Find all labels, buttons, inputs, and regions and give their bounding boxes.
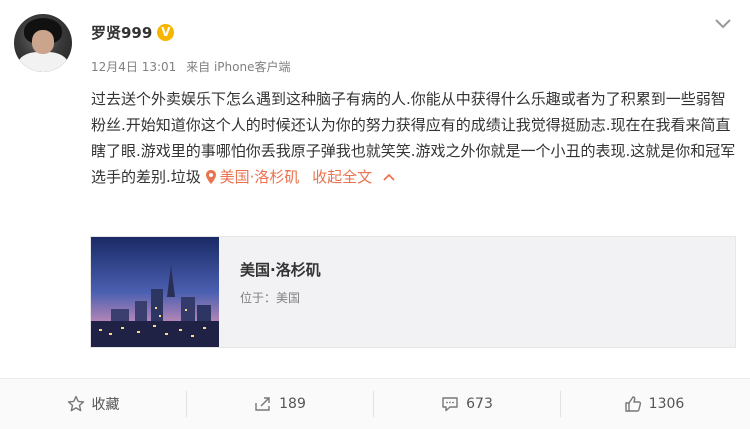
action-toolbar: 收藏 189 673 1306: [0, 378, 750, 429]
post-source: 来自 iPhone客户端: [186, 60, 291, 74]
thumbs-up-icon: [624, 396, 641, 412]
city-skyline-image: [91, 237, 219, 347]
post-timestamp[interactable]: 12月4日 13:01: [91, 60, 176, 74]
post-body-text: 过去送个外卖娱乐下怎么遇到这种脑子有病的人.你能从中获得什么乐趣或者为了积累到一…: [91, 90, 736, 186]
location-card-image: [91, 237, 219, 347]
chevron-down-icon[interactable]: [712, 16, 734, 32]
post-meta: 12月4日 13:01 来自 iPhone客户端: [91, 58, 296, 75]
repost-icon: [255, 397, 270, 411]
location-pin-icon: [205, 170, 216, 184]
avatar[interactable]: [14, 14, 72, 72]
collapse-button[interactable]: 收起全文: [312, 168, 395, 186]
verified-badge-icon: V: [157, 24, 175, 41]
username-link[interactable]: 罗贤999: [91, 22, 152, 43]
post-content: 过去送个外卖娱乐下怎么遇到这种脑子有病的人.你能从中获得什么乐趣或者为了积累到一…: [91, 86, 739, 190]
like-button[interactable]: 1306: [561, 379, 747, 429]
star-icon: [67, 395, 84, 412]
chevron-up-icon: [383, 173, 395, 181]
location-link-label: 美国·洛杉矶: [219, 168, 300, 186]
location-link[interactable]: 美国·洛杉矶: [205, 168, 305, 186]
location-card-title: 美国·洛杉矶: [240, 261, 321, 279]
comment-button[interactable]: 673: [374, 379, 560, 429]
repost-button[interactable]: 189: [187, 379, 373, 429]
location-card[interactable]: 美国·洛杉矶 位于：美国: [90, 236, 736, 348]
location-card-subtitle: 位于：美国: [240, 291, 301, 305]
comment-icon: [442, 397, 458, 412]
collapse-label: 收起全文: [312, 168, 373, 186]
favorite-button[interactable]: 收藏: [0, 379, 186, 429]
repost-count: 189: [279, 396, 306, 412]
comment-count: 673: [466, 396, 493, 412]
favorite-label: 收藏: [91, 397, 120, 413]
post-author: 罗贤999 V: [91, 22, 175, 43]
like-count: 1306: [648, 396, 685, 412]
